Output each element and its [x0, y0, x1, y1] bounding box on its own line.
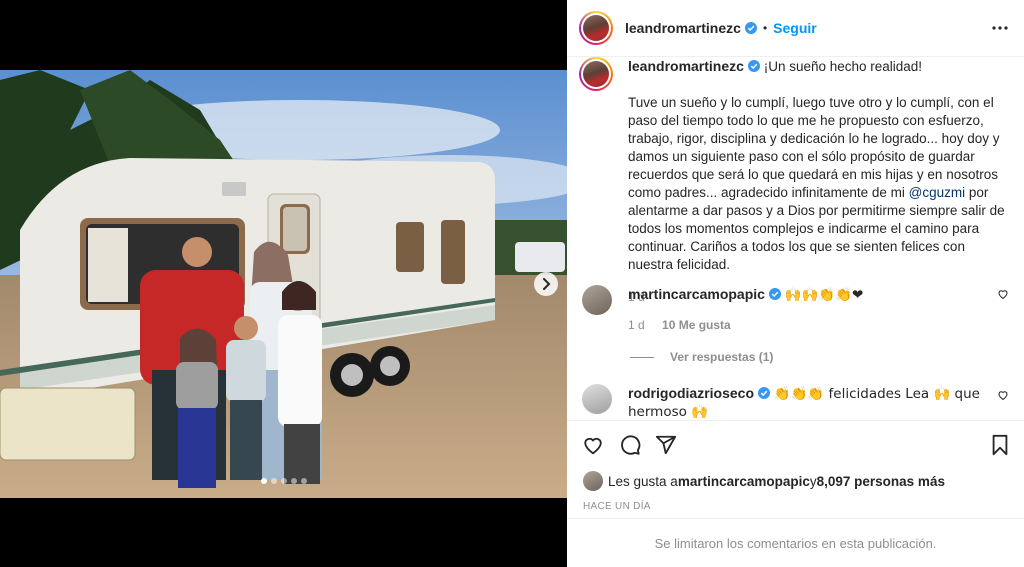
- comment-username[interactable]: martincarcamopapic: [628, 286, 765, 302]
- carousel-dot: [290, 478, 297, 484]
- share-icon[interactable]: [655, 434, 677, 456]
- chevron-right-icon: [543, 278, 551, 290]
- more-options-icon[interactable]: [992, 20, 1008, 36]
- avatar[interactable]: [582, 285, 612, 315]
- likes-count[interactable]: 8,097 personas más: [817, 474, 945, 489]
- caption-username[interactable]: leandromartinezc: [628, 58, 744, 74]
- verified-badge-icon: [768, 288, 781, 300]
- post-photo[interactable]: [0, 70, 567, 498]
- verified-badge-icon: [744, 22, 757, 34]
- comment-text: 🙌🙌👏👏❤: [784, 287, 864, 303]
- comment-username[interactable]: rodrigodiazrioseco: [628, 385, 754, 401]
- carousel-next-button[interactable]: [534, 272, 558, 296]
- heart-icon[interactable]: [582, 434, 604, 456]
- comment-icon[interactable]: [619, 434, 641, 456]
- carousel-dot: [270, 478, 277, 484]
- comments-scroll-area[interactable]: leandromartinezc ¡Un sueño hecho realida…: [567, 57, 1024, 420]
- likes-summary: Les gusta a martincarcamopapic y 8,097 p…: [583, 471, 945, 491]
- author-username[interactable]: leandromartinezc: [625, 20, 741, 36]
- heart-icon[interactable]: [997, 288, 1009, 300]
- caption-avatar[interactable]: [579, 57, 613, 91]
- carousel-indicator: [0, 478, 567, 484]
- avatar[interactable]: [579, 11, 613, 45]
- separator-dot: •: [762, 21, 768, 35]
- verified-badge-icon: [747, 60, 760, 72]
- avatar[interactable]: [582, 384, 612, 414]
- post-details-panel: leandromartinezc • Seguir leandromartine…: [567, 0, 1024, 567]
- follow-button[interactable]: Seguir: [773, 20, 817, 36]
- avatar[interactable]: [583, 471, 603, 491]
- post-actions-bar: [567, 420, 1024, 470]
- post-header: leandromartinezc • Seguir: [567, 0, 1024, 57]
- caption-text: Tuve un sueño y lo cumplí, luego tuve ot…: [628, 95, 1005, 272]
- post-timestamp[interactable]: HACE UN DÍA: [583, 501, 651, 512]
- comments-limited-notice: Se limitaron los comentarios en esta pub…: [567, 518, 1024, 567]
- likes-user[interactable]: martincarcamopapic: [678, 474, 810, 489]
- mention-link[interactable]: @cguzmi: [909, 185, 965, 200]
- caravan-family-photo: [0, 70, 567, 498]
- carousel-dot: [280, 478, 287, 484]
- heart-icon[interactable]: [997, 389, 1009, 401]
- carousel-dot: [300, 478, 307, 484]
- save-icon[interactable]: [990, 434, 1010, 456]
- comment-likes[interactable]: 10 Me gusta: [662, 318, 731, 332]
- carousel-dot: [260, 478, 267, 484]
- comment-time[interactable]: 1 d: [628, 318, 645, 332]
- caption-title: ¡Un sueño hecho realidad!: [763, 59, 923, 74]
- verified-badge-icon: [758, 387, 771, 399]
- view-replies-button[interactable]: Ver respuestas (1): [630, 350, 773, 364]
- post-media: [0, 0, 567, 567]
